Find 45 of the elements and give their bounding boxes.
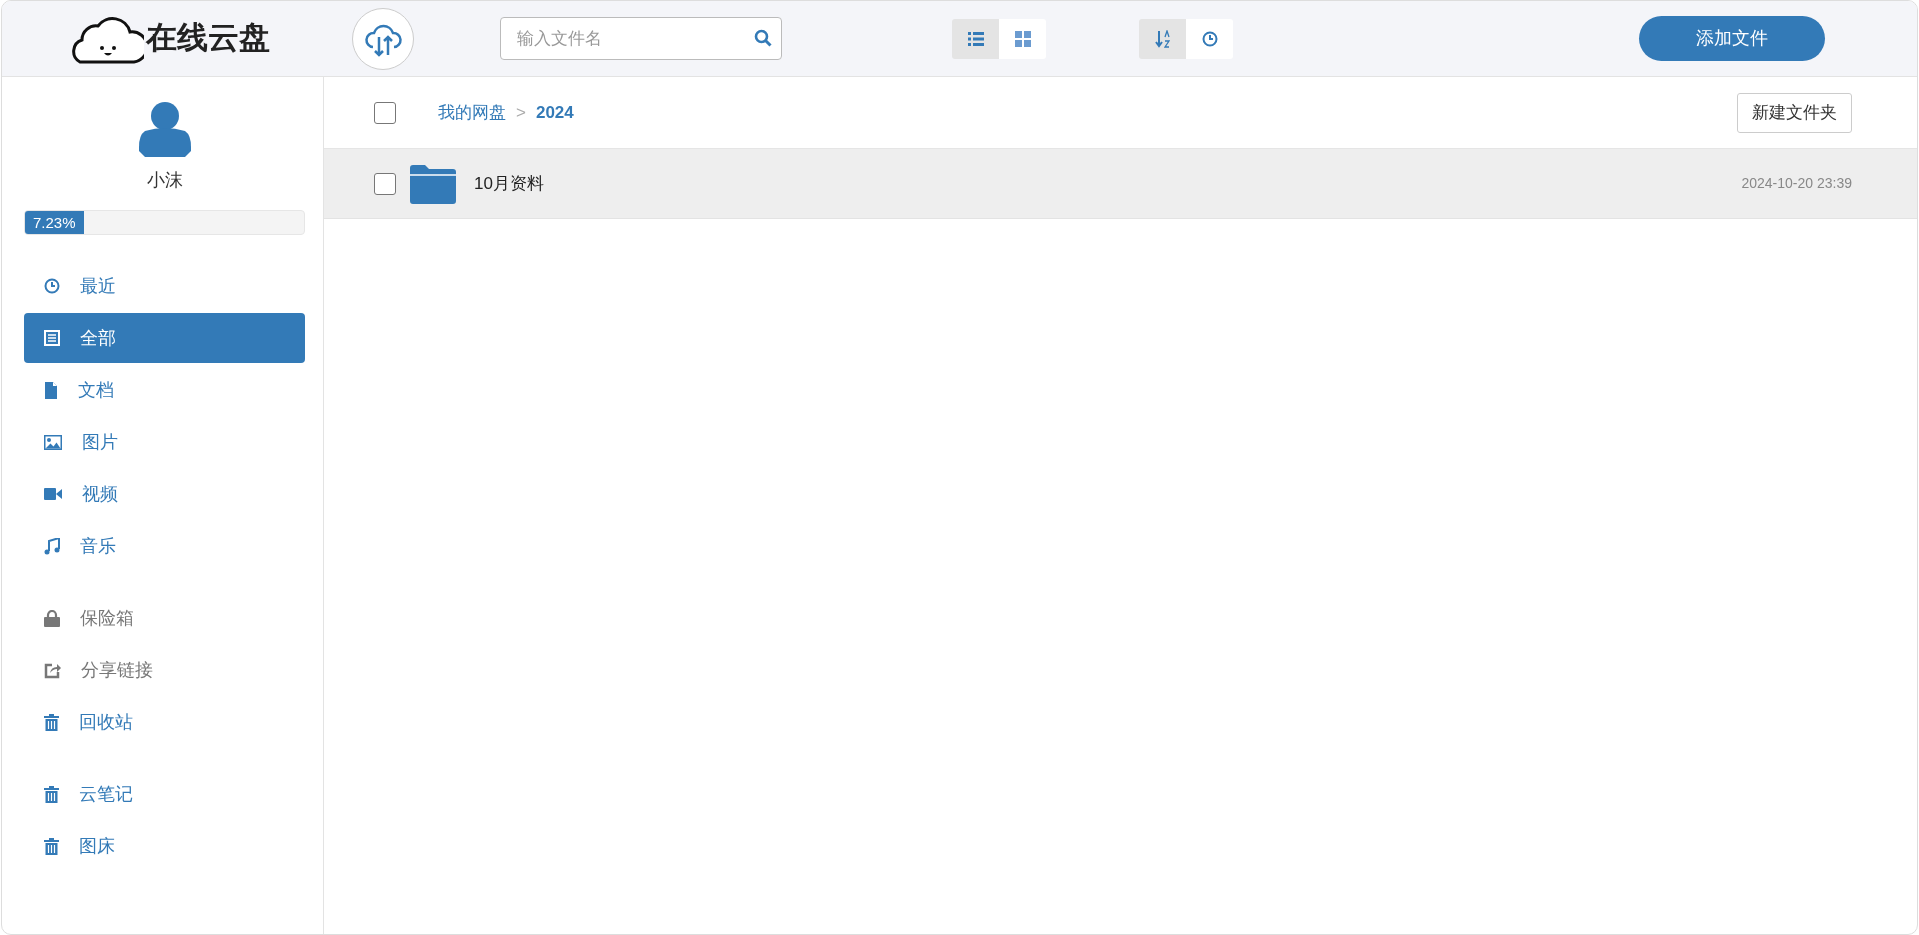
select-all-checkbox[interactable] — [374, 101, 396, 124]
logo-text: 在线云盘 — [146, 19, 270, 58]
list-icon — [44, 330, 60, 346]
trash-can-icon — [44, 713, 59, 731]
trash-can-icon — [44, 837, 59, 855]
add-file-button[interactable]: 添加文件 — [1639, 16, 1825, 61]
sidebar-item[interactable]: 图床 — [24, 821, 305, 871]
sidebar-item[interactable]: 全部 — [24, 313, 305, 363]
sidebar-item[interactable]: 图片 — [24, 417, 305, 467]
breadcrumb-separator: > — [516, 101, 526, 124]
breadcrumb-link[interactable]: 我的网盘 — [438, 99, 506, 126]
sort-by-name-toggle[interactable] — [1139, 18, 1186, 59]
list-icon — [967, 31, 984, 46]
sidebar-item[interactable]: 视频 — [24, 469, 305, 519]
folder-icon — [410, 163, 456, 204]
document-icon — [44, 381, 58, 399]
search-field[interactable]: 输入文件名 — [500, 17, 782, 60]
sidebar-item[interactable]: 文档 — [24, 365, 305, 415]
search-icon — [754, 29, 772, 47]
sidebar-item[interactable]: 云笔记 — [24, 769, 305, 819]
list-view-toggle[interactable] — [952, 18, 999, 59]
file-name: 10月资料 — [474, 172, 544, 195]
sort-alpha-icon — [1154, 29, 1171, 48]
video-camera-icon — [44, 488, 62, 500]
sidebar-item[interactable]: 音乐 — [24, 521, 305, 571]
trash-can-icon — [44, 785, 59, 803]
share-icon — [44, 661, 61, 679]
clock-icon — [44, 278, 60, 294]
music-note-icon — [44, 537, 60, 555]
row-checkbox[interactable] — [374, 172, 396, 195]
grid-icon — [1014, 30, 1031, 47]
file-date: 2024-10-20 23:39 — [1741, 174, 1852, 193]
user-silhouette-icon — [138, 101, 191, 157]
sort-by-time-toggle[interactable] — [1186, 18, 1233, 59]
image-icon — [44, 434, 62, 450]
storage-percentage: 7.23% — [33, 214, 76, 231]
sidebar-item[interactable]: 回收站 — [24, 697, 305, 747]
clock-icon — [1201, 30, 1218, 47]
breadcrumb-link[interactable]: 2024 — [535, 99, 574, 126]
lock-icon — [44, 609, 60, 627]
grid-view-toggle[interactable] — [999, 18, 1046, 59]
sidebar-item[interactable]: 最近 — [24, 261, 305, 311]
file-row[interactable]: 10月资料 2024-10-20 23:39 — [324, 149, 1917, 219]
user-name: 小沫 — [145, 169, 184, 192]
new-folder-button[interactable]: 新建文件夹 — [1737, 92, 1852, 133]
